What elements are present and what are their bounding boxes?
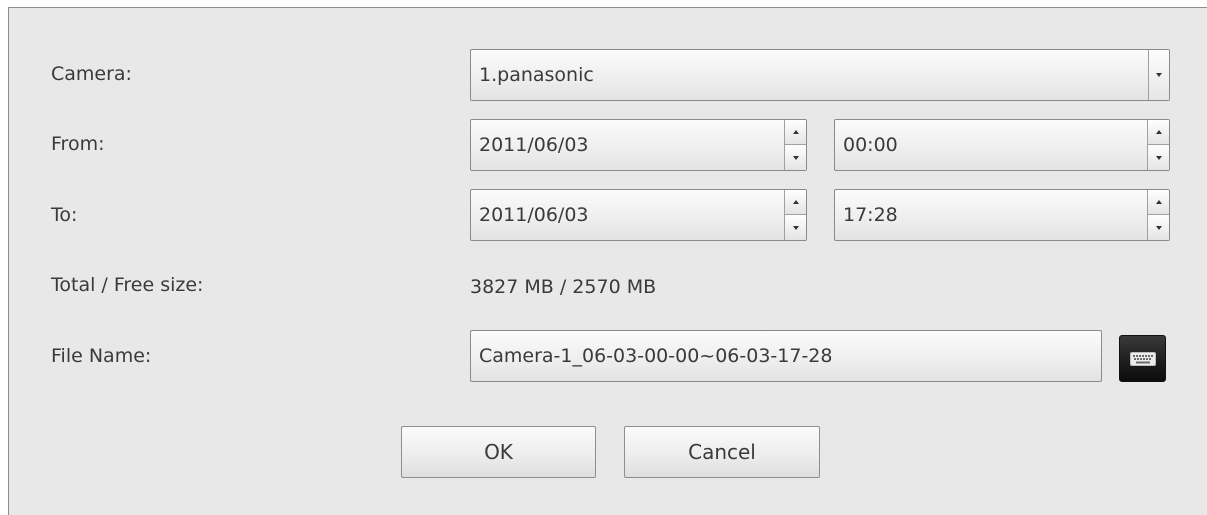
from-label: From:	[51, 133, 105, 155]
to-time-increment-button[interactable]	[1148, 190, 1169, 215]
spin-down-icon	[1155, 155, 1162, 160]
from-date-increment-button[interactable]	[785, 120, 806, 145]
keyboard-icon	[1129, 351, 1156, 366]
to-date-spinner[interactable]: 2011/06/03	[470, 189, 807, 241]
from-date-decrement-button[interactable]	[785, 145, 806, 170]
to-time-value: 17:28	[843, 204, 898, 226]
file-name-input[interactable]: Camera-1_06-03-00-00~06-03-17-28	[470, 330, 1102, 382]
from-time-spinner[interactable]: 00:00	[834, 119, 1170, 171]
spin-down-icon	[1155, 225, 1162, 230]
to-label: To:	[51, 204, 78, 226]
to-date-spin-buttons	[784, 190, 806, 240]
on-screen-keyboard-button[interactable]	[1119, 335, 1166, 382]
spin-up-icon	[1155, 130, 1162, 134]
from-date-spinner[interactable]: 2011/06/03	[470, 119, 807, 171]
spin-up-icon	[792, 200, 799, 204]
spin-down-icon	[792, 155, 799, 160]
ok-button[interactable]: OK	[401, 426, 596, 478]
camera-dropdown-button[interactable]	[1148, 50, 1169, 100]
from-time-decrement-button[interactable]	[1148, 145, 1169, 170]
camera-select[interactable]: 1.panasonic	[470, 49, 1170, 101]
to-time-spinner[interactable]: 17:28	[834, 189, 1170, 241]
to-time-decrement-button[interactable]	[1148, 215, 1169, 240]
from-date-spin-buttons	[784, 120, 806, 170]
from-time-spin-buttons	[1147, 120, 1169, 170]
to-date-increment-button[interactable]	[785, 190, 806, 215]
from-date-value: 2011/06/03	[479, 134, 589, 156]
total-free-size-label: Total / Free size:	[51, 274, 204, 296]
to-time-spin-buttons	[1147, 190, 1169, 240]
camera-label: Camera:	[51, 63, 132, 85]
spin-up-icon	[792, 130, 799, 134]
cancel-button[interactable]: Cancel	[624, 426, 820, 478]
file-name-value: Camera-1_06-03-00-00~06-03-17-28	[479, 345, 833, 367]
to-date-decrement-button[interactable]	[785, 215, 806, 240]
spin-up-icon	[1155, 200, 1162, 204]
file-name-label: File Name:	[51, 345, 152, 367]
from-time-increment-button[interactable]	[1148, 120, 1169, 145]
chevron-down-icon	[1156, 73, 1162, 77]
camera-select-value: 1.panasonic	[479, 64, 594, 86]
spin-down-icon	[792, 225, 799, 230]
total-free-size-value: 3827 MB / 2570 MB	[470, 276, 657, 298]
export-dialog: Camera: From: To: Total / Free size: Fil…	[8, 7, 1207, 515]
to-date-value: 2011/06/03	[479, 204, 589, 226]
from-time-value: 00:00	[843, 134, 898, 156]
